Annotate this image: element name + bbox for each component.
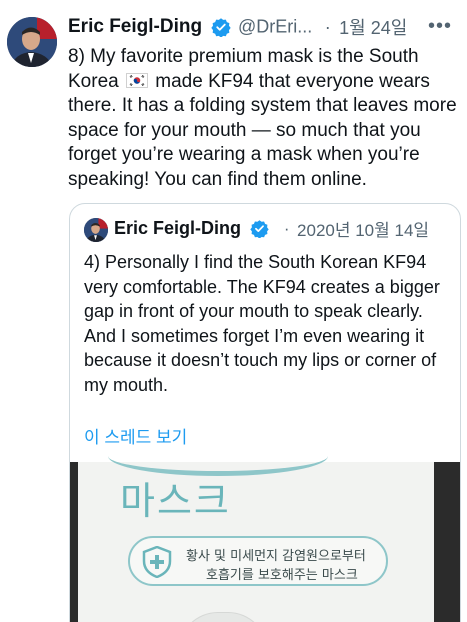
tweet[interactable]: Eric Feigl-Ding @DrEri... · 1월 24일 ••• 8… xyxy=(0,0,467,622)
avatar-photo xyxy=(7,17,57,67)
mask-protection-badge: 황사 및 미세먼지 감염원으로부터 호흡기를 보호해주는 마스크 xyxy=(128,536,388,586)
separator-dot: · xyxy=(324,16,331,37)
tweet-text-part2: made KF94 that everyone wears there. It … xyxy=(68,70,457,190)
badge-line-1: 황사 및 미세먼지 감염원으로부터 xyxy=(186,549,366,564)
author-handle[interactable]: @DrEri... xyxy=(238,17,312,37)
mask-ear-loop xyxy=(178,612,268,622)
author-avatar[interactable] xyxy=(7,17,57,67)
verified-badge-icon xyxy=(250,219,270,239)
author-name[interactable]: Eric Feigl-Ding xyxy=(68,16,202,37)
mask-product-title: 마스크 xyxy=(120,479,231,523)
quoted-tweet-timestamp: 2020년 10월 14일 xyxy=(297,221,430,240)
shield-plus-icon xyxy=(142,546,172,578)
tweet-header: Eric Feigl-Ding @DrEri... · 1월 24일 ••• xyxy=(68,14,460,42)
quoted-avatar-photo xyxy=(84,218,108,242)
badge-line-2: 호흡기를 보호해주는 마스크 xyxy=(206,568,358,583)
verified-badge-icon xyxy=(210,17,231,38)
quoted-author-name: Eric Feigl-Ding xyxy=(114,218,242,238)
south-korea-flag-icon xyxy=(125,72,148,88)
quoted-tweet-image[interactable]: 마스크 황사 및 미세먼지 감염원으로부터 호흡기를 보호해주는 마스크 xyxy=(70,462,460,622)
quoted-tweet-text: 4) Personally I find the South Korean KF… xyxy=(84,252,440,395)
quoted-tweet-card[interactable]: Eric Feigl-Ding · 2020년 10월 14일 4) Perso… xyxy=(69,203,461,622)
separator-dot: · xyxy=(283,218,290,238)
more-options-icon[interactable]: ••• xyxy=(428,15,452,37)
mask-package-photo: 마스크 황사 및 미세먼지 감염원으로부터 호흡기를 보호해주는 마스크 xyxy=(78,462,434,622)
tweet-timestamp[interactable]: 1월 24일 xyxy=(339,18,407,38)
quoted-author-avatar xyxy=(84,218,108,242)
tweet-text: 8) My favorite premium mask is the South… xyxy=(68,45,463,193)
quoted-tweet-header: Eric Feigl-Ding · 2020년 10월 14일 xyxy=(114,216,454,242)
